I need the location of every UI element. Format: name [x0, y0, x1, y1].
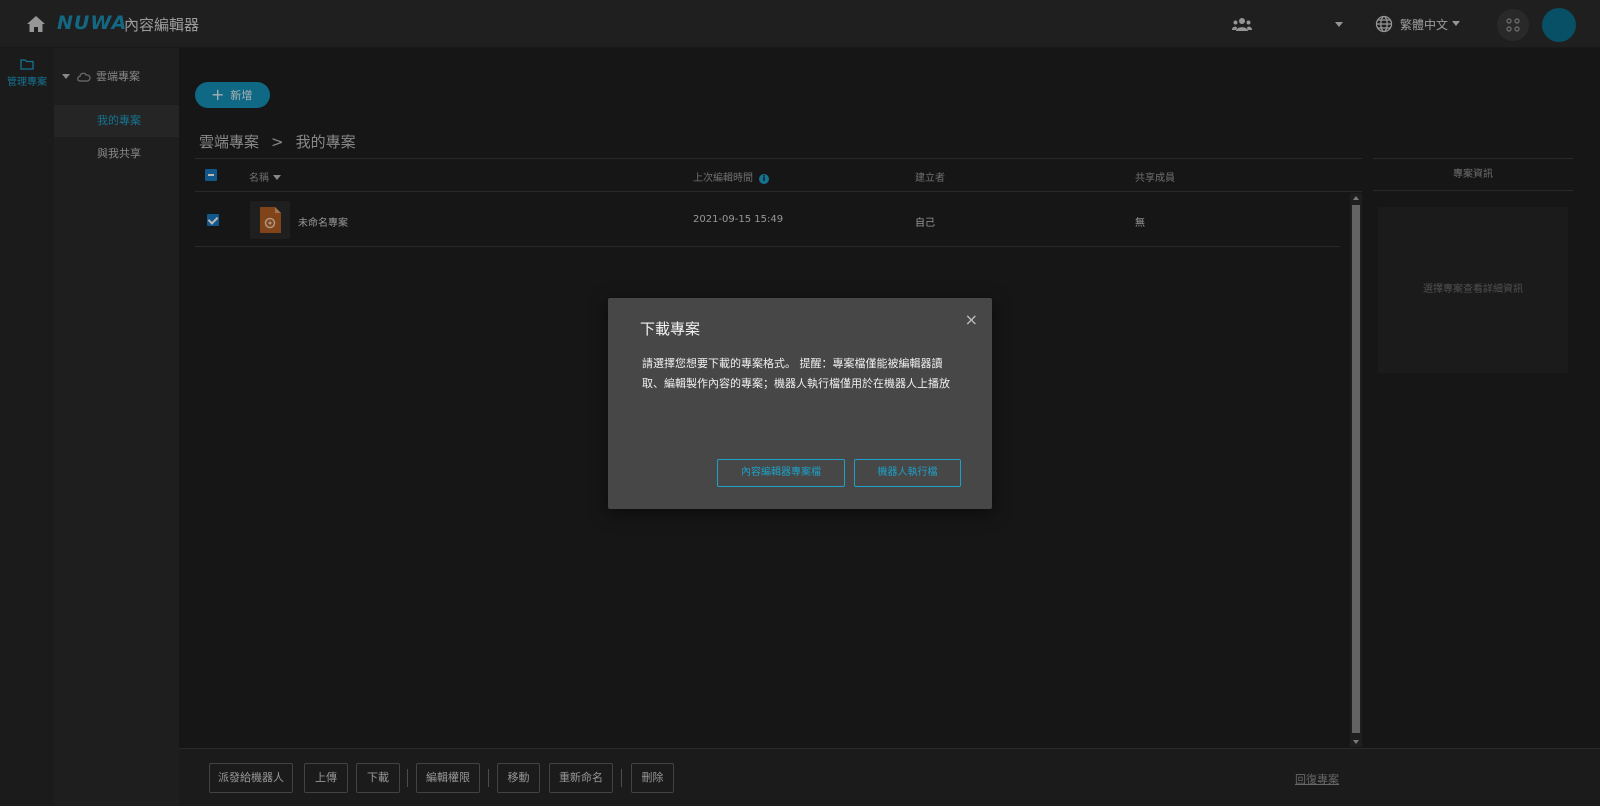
close-icon[interactable]: ×	[965, 310, 978, 329]
download-editor-file-button[interactable]: 內容編輯器專案檔	[717, 459, 845, 487]
download-robot-file-button[interactable]: 機器人執行檔	[854, 459, 961, 487]
download-project-dialog: 下載專案 × 請選擇您想要下載的專案格式。 提醒：專案檔僅能被編輯器讀取、編輯製…	[608, 298, 992, 509]
dialog-title: 下載專案	[640, 320, 701, 338]
dialog-message: 請選擇您想要下載的專案格式。 提醒：專案檔僅能被編輯器讀取、編輯製作內容的專案；…	[642, 357, 950, 390]
